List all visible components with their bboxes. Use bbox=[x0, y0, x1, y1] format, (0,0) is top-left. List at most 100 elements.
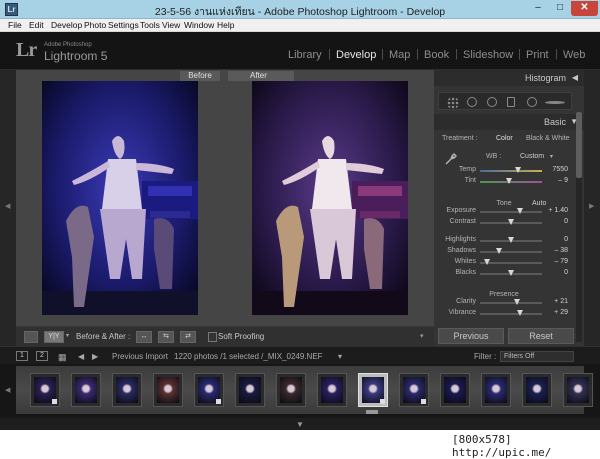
back-arrow-icon[interactable]: ◀ bbox=[78, 352, 84, 361]
histogram-header[interactable]: Histogram ◀ bbox=[434, 70, 584, 86]
menu-file[interactable]: File bbox=[8, 20, 22, 30]
module-library[interactable]: Library bbox=[288, 49, 322, 61]
contrast-value[interactable]: 0 bbox=[546, 218, 568, 225]
crop-tool-icon[interactable] bbox=[447, 97, 459, 109]
previous-button[interactable]: Previous bbox=[438, 328, 504, 344]
module-print[interactable]: Print bbox=[526, 49, 549, 61]
filter-dropdown[interactable]: Filters Off bbox=[500, 351, 574, 362]
filmstrip-left-arrow-icon[interactable]: ◀ bbox=[5, 386, 10, 394]
clarity-slider[interactable] bbox=[480, 299, 542, 305]
filmstrip-thumbnail[interactable] bbox=[153, 373, 183, 407]
swap-before-after-button[interactable]: ⇄ bbox=[180, 331, 196, 343]
treatment-bw-option[interactable]: Black & White bbox=[526, 135, 570, 142]
wb-value[interactable]: Custom bbox=[520, 153, 544, 160]
exposure-slider-knob[interactable] bbox=[516, 208, 523, 214]
graduated-filter-icon[interactable] bbox=[507, 97, 515, 107]
blacks-slider[interactable] bbox=[480, 270, 542, 276]
spot-removal-icon[interactable] bbox=[467, 97, 477, 107]
minimize-button[interactable]: – bbox=[527, 1, 549, 16]
histogram-toggle-icon[interactable]: ◀ bbox=[572, 73, 578, 82]
module-book[interactable]: Book bbox=[424, 49, 449, 61]
menu-view[interactable]: View bbox=[162, 20, 180, 30]
panel-scrollbar[interactable] bbox=[576, 112, 582, 342]
right-panel-edge[interactable]: ▶ bbox=[584, 70, 600, 346]
filmstrip-thumbnail[interactable] bbox=[71, 373, 101, 407]
filmstrip-thumbnail[interactable] bbox=[481, 373, 511, 407]
filmstrip-collapse-icon[interactable]: ▼ bbox=[296, 420, 304, 429]
red-eye-icon[interactable] bbox=[487, 97, 497, 107]
forward-arrow-icon[interactable]: ▶ bbox=[92, 352, 98, 361]
whites-slider-knob[interactable] bbox=[483, 259, 490, 265]
radial-filter-icon[interactable] bbox=[527, 97, 537, 107]
treatment-color-option[interactable]: Color bbox=[496, 135, 513, 142]
copy-after-to-before-button[interactable]: ⇆ bbox=[158, 331, 174, 343]
menu-window[interactable]: Window bbox=[184, 20, 214, 30]
menu-edit[interactable]: Edit bbox=[29, 20, 44, 30]
highlights-value[interactable]: 0 bbox=[546, 236, 568, 243]
filmstrip-thumbnail[interactable] bbox=[276, 373, 306, 407]
view-mode-dropdown-icon[interactable]: ▾ bbox=[66, 332, 69, 339]
panel-scroll-thumb[interactable] bbox=[576, 112, 582, 178]
filmstrip-thumbnail[interactable] bbox=[358, 373, 388, 407]
highlights-slider[interactable] bbox=[480, 237, 542, 243]
vibrance-slider-knob[interactable] bbox=[516, 310, 523, 316]
loupe-view-button[interactable] bbox=[24, 331, 38, 343]
tint-value[interactable]: – 9 bbox=[546, 177, 568, 184]
before-after-view-button[interactable]: Y|Y bbox=[44, 331, 64, 343]
collapse-right-icon[interactable]: ▶ bbox=[589, 202, 594, 210]
clarity-value[interactable]: + 21 bbox=[546, 298, 568, 305]
blacks-slider-knob[interactable] bbox=[508, 270, 514, 276]
whites-slider[interactable] bbox=[480, 259, 542, 265]
temp-slider-knob[interactable] bbox=[515, 167, 522, 173]
adjustment-brush-icon[interactable] bbox=[545, 101, 565, 104]
toolbar-menu-icon[interactable]: ▾ bbox=[420, 332, 424, 340]
expand-left-icon[interactable]: ◀ bbox=[5, 202, 10, 210]
shadows-slider[interactable] bbox=[480, 248, 542, 254]
after-photo[interactable] bbox=[252, 81, 408, 315]
page-2-button[interactable]: 2 bbox=[36, 351, 48, 361]
module-slideshow[interactable]: Slideshow bbox=[463, 49, 513, 61]
filmstrip-thumbnail[interactable] bbox=[30, 373, 60, 407]
whites-value[interactable]: – 79 bbox=[546, 258, 568, 265]
reset-button[interactable]: Reset bbox=[508, 328, 574, 344]
menu-tools[interactable]: Tools bbox=[140, 20, 160, 30]
source-label[interactable]: Previous Import bbox=[112, 352, 168, 361]
shadows-value[interactable]: – 38 bbox=[546, 247, 568, 254]
before-photo[interactable] bbox=[42, 81, 198, 315]
vibrance-slider[interactable] bbox=[480, 310, 542, 316]
temp-slider[interactable] bbox=[480, 167, 542, 173]
eyedropper-icon[interactable] bbox=[444, 152, 458, 166]
filmstrip-thumbnail[interactable] bbox=[112, 373, 142, 407]
page-1-button[interactable]: 1 bbox=[16, 351, 28, 361]
blacks-value[interactable]: 0 bbox=[546, 269, 568, 276]
maximize-button[interactable]: □ bbox=[549, 1, 571, 16]
filmstrip-thumbnail[interactable] bbox=[563, 373, 593, 407]
menu-help[interactable]: Help bbox=[217, 20, 234, 30]
menu-photo[interactable]: Photo bbox=[84, 20, 106, 30]
highlights-slider-knob[interactable] bbox=[508, 237, 514, 243]
copy-before-to-after-button[interactable]: ↔ bbox=[136, 331, 152, 343]
wb-dropdown-icon[interactable]: ▾ bbox=[550, 153, 553, 160]
vibrance-value[interactable]: + 29 bbox=[546, 309, 568, 316]
grid-view-icon[interactable]: ▦ bbox=[58, 352, 67, 363]
exposure-slider[interactable] bbox=[480, 208, 542, 214]
module-web[interactable]: Web bbox=[563, 49, 585, 61]
filmstrip-scroll-thumb[interactable] bbox=[366, 410, 378, 414]
contrast-slider[interactable] bbox=[480, 219, 542, 225]
exposure-value[interactable]: + 1.40 bbox=[546, 207, 568, 214]
filmstrip-thumbnail[interactable] bbox=[194, 373, 224, 407]
left-panel-collapsed[interactable]: ◀ bbox=[0, 70, 16, 346]
filmstrip-thumbnail[interactable] bbox=[399, 373, 429, 407]
tint-slider[interactable] bbox=[480, 178, 542, 184]
filmstrip-thumbnail[interactable] bbox=[522, 373, 552, 407]
module-develop[interactable]: Develop bbox=[336, 49, 376, 61]
filmstrip-thumbnail[interactable] bbox=[235, 373, 265, 407]
source-dropdown-icon[interactable]: ▾ bbox=[338, 352, 342, 361]
shadows-slider-knob[interactable] bbox=[496, 248, 503, 254]
clarity-slider-knob[interactable] bbox=[514, 299, 521, 305]
basic-header[interactable]: Basic ▼ bbox=[434, 114, 584, 130]
temp-value[interactable]: 7550 bbox=[546, 166, 568, 173]
auto-tone-button[interactable]: Auto bbox=[532, 200, 546, 207]
filmstrip-thumbnail[interactable] bbox=[317, 373, 347, 407]
menu-develop[interactable]: Develop bbox=[51, 20, 82, 30]
